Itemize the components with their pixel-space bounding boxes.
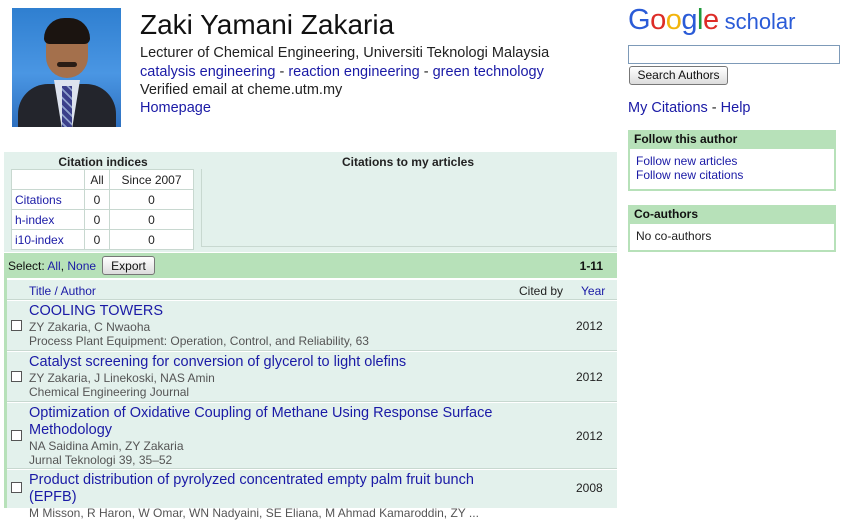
article-year: 2012 bbox=[576, 370, 603, 384]
table-row: h-index 0 0 bbox=[11, 209, 194, 230]
article-count: 1-11 bbox=[579, 259, 603, 273]
article-year: 2012 bbox=[576, 429, 603, 443]
author-search-input[interactable] bbox=[628, 45, 840, 64]
export-button[interactable]: Export bbox=[102, 256, 155, 275]
sort-by-year-link[interactable]: Year bbox=[581, 284, 605, 298]
h-index-link[interactable]: h-index bbox=[15, 213, 54, 227]
table-row: Optimization of Oxidative Coupling of Me… bbox=[7, 403, 617, 469]
logo-letter: e bbox=[702, 4, 719, 36]
coauthors-heading: Co-authors bbox=[630, 207, 834, 224]
select-all-link[interactable]: All bbox=[47, 259, 60, 273]
i10-index-all-value: 0 bbox=[84, 229, 110, 250]
profile-email: Verified email at cheme.utm.my bbox=[140, 82, 343, 98]
citations-all-value: 0 bbox=[84, 189, 110, 210]
my-citations-link[interactable]: My Citations bbox=[628, 100, 708, 116]
article-title-link[interactable]: COOLING TOWERS bbox=[29, 303, 499, 320]
logo-scholar-word: scholar bbox=[724, 9, 796, 34]
select-label: Select: bbox=[8, 259, 45, 273]
table-header-row: All Since 2007 bbox=[11, 169, 194, 190]
interest-link-green-technology[interactable]: green technology bbox=[433, 64, 544, 80]
article-authors: ZY Zakaria, J Linekoski, NAS Amin bbox=[29, 371, 215, 385]
articles-toolbar: Select: All, None Export 1-11 bbox=[4, 253, 617, 278]
follow-author-box: Follow this author Follow new articles F… bbox=[628, 130, 836, 191]
article-year: 2008 bbox=[576, 481, 603, 495]
header-since-2007: Since 2007 bbox=[109, 169, 194, 190]
profile-name: Zaki Yamani Zakaria bbox=[140, 9, 395, 40]
table-row: Citations 0 0 bbox=[11, 189, 194, 210]
help-link[interactable]: Help bbox=[721, 100, 751, 116]
photo-hair bbox=[44, 18, 90, 44]
article-authors: M Misson, R Haron, W Omar, WN Nadyaini, … bbox=[29, 506, 479, 520]
table-row: COOLING TOWERS ZY Zakaria, C Nwaoha Proc… bbox=[7, 301, 617, 351]
citation-indices-heading: Citation indices bbox=[58, 155, 148, 169]
follow-new-articles-link[interactable]: Follow new articles bbox=[636, 154, 737, 168]
article-title-link[interactable]: Optimization of Oxidative Coupling of Me… bbox=[29, 405, 499, 439]
citations-since-value: 0 bbox=[109, 189, 194, 210]
profile-affiliation: Lecturer of Chemical Engineering, Univer… bbox=[140, 45, 550, 61]
coauthors-text: No co-authors bbox=[636, 229, 712, 243]
article-year: 2012 bbox=[576, 319, 603, 333]
logo-letter: G bbox=[628, 4, 651, 36]
select-none-link[interactable]: None bbox=[67, 259, 96, 273]
h-index-all-value: 0 bbox=[84, 209, 110, 230]
article-checkbox[interactable] bbox=[11, 320, 22, 331]
table-row: i10-index 0 0 bbox=[11, 229, 194, 250]
follow-new-citations-link[interactable]: Follow new citations bbox=[636, 168, 743, 182]
interest-link-reaction[interactable]: reaction engineering bbox=[288, 64, 419, 80]
header-all: All bbox=[84, 169, 110, 190]
citations-chart-area bbox=[201, 169, 617, 247]
coauthors-box: Co-authors No co-authors bbox=[628, 205, 836, 252]
citation-panel: Citation indices Citations to my article… bbox=[4, 152, 617, 252]
interest-separator: - bbox=[275, 64, 289, 80]
i10-index-since-value: 0 bbox=[109, 229, 194, 250]
i10-index-link[interactable]: i10-index bbox=[15, 233, 64, 247]
citations-chart-heading: Citations to my articles bbox=[341, 155, 475, 169]
article-title-link[interactable]: Catalyst screening for conversion of gly… bbox=[29, 354, 499, 371]
table-row: Catalyst screening for conversion of gly… bbox=[7, 352, 617, 402]
table-row: Product distribution of pyrolyzed concen… bbox=[7, 470, 617, 520]
interest-separator: - bbox=[419, 64, 433, 80]
interest-link-catalysis[interactable]: catalysis engineering bbox=[140, 64, 275, 80]
article-checkbox[interactable] bbox=[11, 371, 22, 382]
photo-moustache bbox=[57, 62, 77, 67]
article-authors: NA Saidina Amin, ZY Zakaria bbox=[29, 439, 184, 453]
cited-by-header: Cited by bbox=[519, 284, 564, 298]
account-links: My Citations - Help bbox=[628, 100, 751, 116]
select-controls: Select: All, None bbox=[8, 259, 96, 273]
links-separator: - bbox=[707, 100, 721, 116]
homepage-link[interactable]: Homepage bbox=[140, 100, 211, 116]
profile-interests: catalysis engineering - reaction enginee… bbox=[140, 64, 544, 80]
article-venue: Chemical Engineering Journal bbox=[29, 385, 190, 399]
article-venue: Process Plant Equipment: Operation, Cont… bbox=[29, 334, 369, 348]
search-authors-button[interactable]: Search Authors bbox=[629, 66, 728, 85]
article-checkbox[interactable] bbox=[11, 430, 22, 441]
citations-index-link[interactable]: Citations bbox=[15, 193, 62, 207]
article-title-link[interactable]: Product distribution of pyrolyzed concen… bbox=[29, 472, 499, 506]
citation-indices-table: All Since 2007 Citations 0 0 h-index 0 0… bbox=[11, 169, 194, 250]
follow-author-heading: Follow this author bbox=[630, 132, 834, 149]
articles-column-header: Title / Author Cited by Year bbox=[7, 280, 617, 300]
sort-by-title-link[interactable]: Title / Author bbox=[29, 284, 96, 298]
article-checkbox[interactable] bbox=[11, 482, 22, 493]
photo-tie bbox=[62, 86, 72, 127]
logo-letter: g bbox=[681, 4, 697, 36]
article-venue: Jurnal Teknologi 39, 35–52 bbox=[29, 453, 173, 467]
article-authors: ZY Zakaria, C Nwaoha bbox=[29, 320, 151, 334]
profile-photo bbox=[12, 8, 121, 127]
h-index-since-value: 0 bbox=[109, 209, 194, 230]
logo-letter: o bbox=[650, 4, 666, 36]
header-blank-cell bbox=[11, 169, 85, 190]
logo-letter: o bbox=[665, 4, 682, 36]
google-scholar-logo[interactable]: Google scholar bbox=[628, 4, 796, 37]
